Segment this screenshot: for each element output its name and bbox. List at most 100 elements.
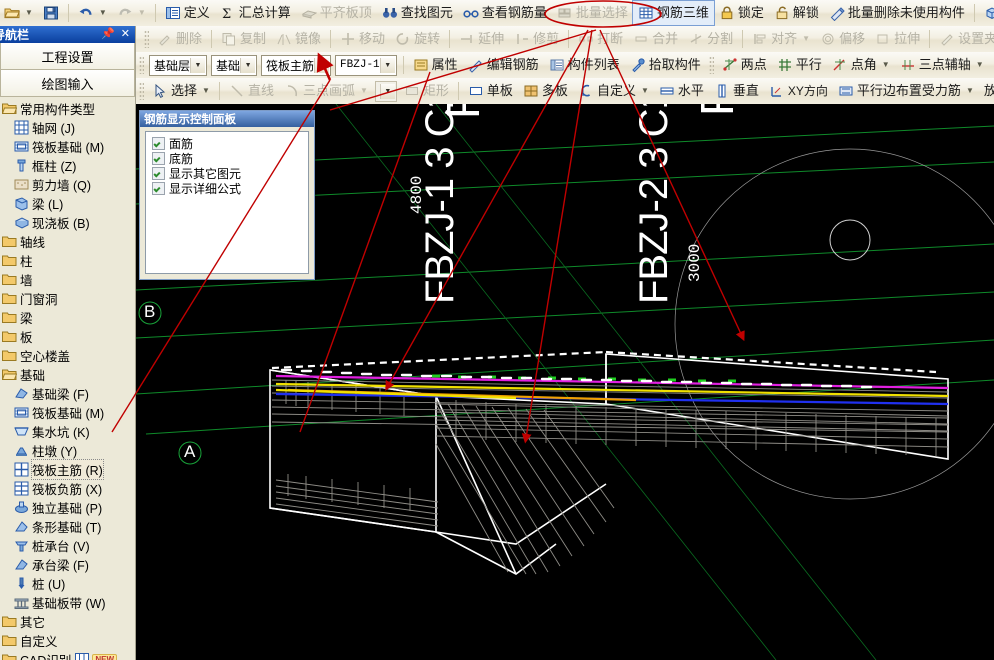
lock-button[interactable]: 锁定 xyxy=(714,1,769,25)
delete-button[interactable]: 删除 xyxy=(152,27,207,51)
rectangle-button[interactable]: 矩形 xyxy=(399,79,454,103)
batch-delete-unused-button[interactable]: 批量删除未使用构件 xyxy=(824,1,970,25)
rotate-button[interactable]: 旋转 xyxy=(390,27,445,51)
checkbox-top-rebar[interactable]: 面筋 xyxy=(152,136,308,151)
tree-item-5[interactable]: 梁 (L) xyxy=(0,194,135,213)
extend-button[interactable]: 延伸 xyxy=(454,27,509,51)
tree-item-24[interactable]: 承台梁 (F) xyxy=(0,555,135,574)
custom-dropdown-caret[interactable]: ▼ xyxy=(641,81,649,101)
chevron-down-icon[interactable]: ▼ xyxy=(379,57,395,73)
tree-item-14[interactable]: 基础 xyxy=(0,365,135,384)
tree-item-15[interactable]: 基础梁 (F) xyxy=(0,384,135,403)
radial-rebar-button[interactable]: 放射筋 ▼ xyxy=(979,79,994,103)
trim-button[interactable]: 修剪 xyxy=(509,27,564,51)
floor-select[interactable]: 基础层 ▼ xyxy=(149,54,208,76)
open-dropdown-caret[interactable]: ▼ xyxy=(25,3,33,23)
rebar-display-control-dialog[interactable]: 钢筋显示控制面板 面筋 底筋 显示其它图元 显示详细公式 xyxy=(139,110,315,280)
tree-item-27[interactable]: 其它 xyxy=(0,612,135,631)
chevron-down-icon[interactable]: ▼ xyxy=(190,57,206,73)
tree-item-26[interactable]: 基础板带 (W) xyxy=(0,593,135,612)
define-button[interactable]: 定义 xyxy=(160,1,215,25)
multi-slab-button[interactable]: 多板 xyxy=(518,79,573,103)
single-slab-button[interactable]: 单板 xyxy=(463,79,518,103)
three-point-arc-button[interactable]: 三点画弧 ▼ xyxy=(279,79,373,103)
category-select[interactable]: 基础 ▼ xyxy=(211,54,258,76)
tree-item-10[interactable]: 门窗洞 xyxy=(0,289,135,308)
align-button[interactable]: 对齐 ▼ xyxy=(747,27,815,51)
toolbar-grip[interactable] xyxy=(139,56,144,74)
break-button[interactable]: 打断 xyxy=(573,27,628,51)
unlock-button[interactable]: 解锁 xyxy=(769,1,824,25)
mirror-button[interactable]: 镜像 xyxy=(271,27,326,51)
tree-item-20[interactable]: 筏板负筋 (X) xyxy=(0,479,135,498)
batch-select-button[interactable]: 批量选择 xyxy=(552,1,633,25)
find-element-button[interactable]: 查找图元 xyxy=(377,1,458,25)
drawing-input-button[interactable]: 绘图输入 xyxy=(0,70,135,97)
pick-component-button[interactable]: 拾取构件 xyxy=(625,53,706,77)
checkbox-box[interactable] xyxy=(152,167,165,180)
summary-calc-button[interactable]: Σ 汇总计算 xyxy=(215,1,296,25)
align-dropdown-caret[interactable]: ▼ xyxy=(802,29,810,49)
parallel-edge-dropdown-caret[interactable]: ▼ xyxy=(966,81,974,101)
tree-item-29[interactable]: CAD识别 NEW xyxy=(0,650,135,660)
checkbox-bottom-rebar[interactable]: 底筋 xyxy=(152,151,308,166)
point-angle-dropdown-caret[interactable]: ▼ xyxy=(882,55,890,75)
properties-button[interactable]: 属性 xyxy=(408,53,463,77)
dialog-title-bar[interactable]: 钢筋显示控制面板 xyxy=(140,111,314,127)
edit-rebar-button[interactable]: 编辑钢筋 xyxy=(463,53,544,77)
checkbox-show-other-elements[interactable]: 显示其它图元 xyxy=(152,166,308,181)
pin-icon[interactable]: 📌 xyxy=(101,29,115,40)
three-point-aux-axis-dropdown-caret[interactable]: ▼ xyxy=(976,55,984,75)
tree-item-11[interactable]: 梁 xyxy=(0,308,135,327)
close-icon[interactable]: ✕ xyxy=(121,29,130,40)
tree-item-22[interactable]: 条形基础 (T) xyxy=(0,517,135,536)
toolbar-grip[interactable] xyxy=(139,82,144,100)
parallel-edge-main-rebar-button[interactable]: 平行边布置受力筋 ▼ xyxy=(833,79,979,103)
save-button[interactable] xyxy=(38,1,64,25)
tree-item-7[interactable]: 轴线 xyxy=(0,232,135,251)
stretch-button[interactable]: 拉伸 xyxy=(870,27,925,51)
tree-item-18[interactable]: 柱墩 (Y) xyxy=(0,441,135,460)
checkbox-show-detail-formula[interactable]: 显示详细公式 xyxy=(152,181,308,196)
tree-item-25[interactable]: 桩 (U) xyxy=(0,574,135,593)
rebar-3d-button[interactable]: 钢筋三维 xyxy=(631,0,715,26)
split-button[interactable]: 分割 xyxy=(683,27,738,51)
tree-item-6[interactable]: 现浇板 (B) xyxy=(0,213,135,232)
select-button[interactable]: 选择 ▼ xyxy=(147,79,215,103)
checkbox-box[interactable] xyxy=(152,152,165,165)
three-point-aux-axis-button[interactable]: 三点辅轴 ▼ xyxy=(895,53,989,77)
tree-item-9[interactable]: 墙 xyxy=(0,270,135,289)
checkbox-box[interactable] xyxy=(152,182,165,195)
xy-direction-button[interactable]: XY方向 xyxy=(764,79,833,103)
component-type-select[interactable]: 筏板主筋 ▼ xyxy=(261,54,332,76)
delete-aux-axis-button[interactable]: 删 xyxy=(989,53,994,77)
toolbar-grip[interactable] xyxy=(144,30,149,48)
tree-item-28[interactable]: 自定义 xyxy=(0,631,135,650)
tree-item-4[interactable]: 剪力墙 (Q) xyxy=(0,175,135,194)
offset-button[interactable]: 偏移 xyxy=(815,27,870,51)
toolbar-grip[interactable] xyxy=(708,56,714,74)
tree-item-13[interactable]: 空心楼盖 xyxy=(0,346,135,365)
draw-mode-select[interactable]: ▼ xyxy=(374,80,397,102)
move-button[interactable]: 移动 xyxy=(335,27,390,51)
flush-slab-top-button[interactable]: 平齐板顶 xyxy=(296,1,377,25)
point-angle-button[interactable]: 点角 ▼ xyxy=(827,53,895,77)
tree-item-23[interactable]: 桩承台 (V) xyxy=(0,536,135,555)
chevron-down-icon[interactable]: ▼ xyxy=(314,57,330,73)
set-grip-button[interactable]: 设置夹点 xyxy=(934,27,994,51)
three-dimension-button[interactable]: 三维 ▼ xyxy=(979,1,994,25)
chevron-down-icon[interactable]: ▼ xyxy=(240,57,256,73)
open-button[interactable]: ▼ xyxy=(0,1,38,25)
redo-button[interactable]: ▼ xyxy=(112,1,151,25)
copy-button[interactable]: 复制 xyxy=(216,27,271,51)
component-name-select[interactable]: FBZJ-1 ▼ xyxy=(335,54,397,76)
tree-item-12[interactable]: 板 xyxy=(0,327,135,346)
tree-item-17[interactable]: 集水坑 (K) xyxy=(0,422,135,441)
vertical-button[interactable]: 垂直 xyxy=(709,79,764,103)
tree-item-8[interactable]: 柱 xyxy=(0,251,135,270)
redo-dropdown-caret[interactable]: ▼ xyxy=(138,3,146,23)
tree-item-2[interactable]: 筏板基础 (M) xyxy=(0,137,135,156)
line-button[interactable]: 直线 xyxy=(224,79,279,103)
three-point-arc-dropdown-caret[interactable]: ▼ xyxy=(360,81,368,101)
custom-button[interactable]: 自定义 ▼ xyxy=(573,79,654,103)
